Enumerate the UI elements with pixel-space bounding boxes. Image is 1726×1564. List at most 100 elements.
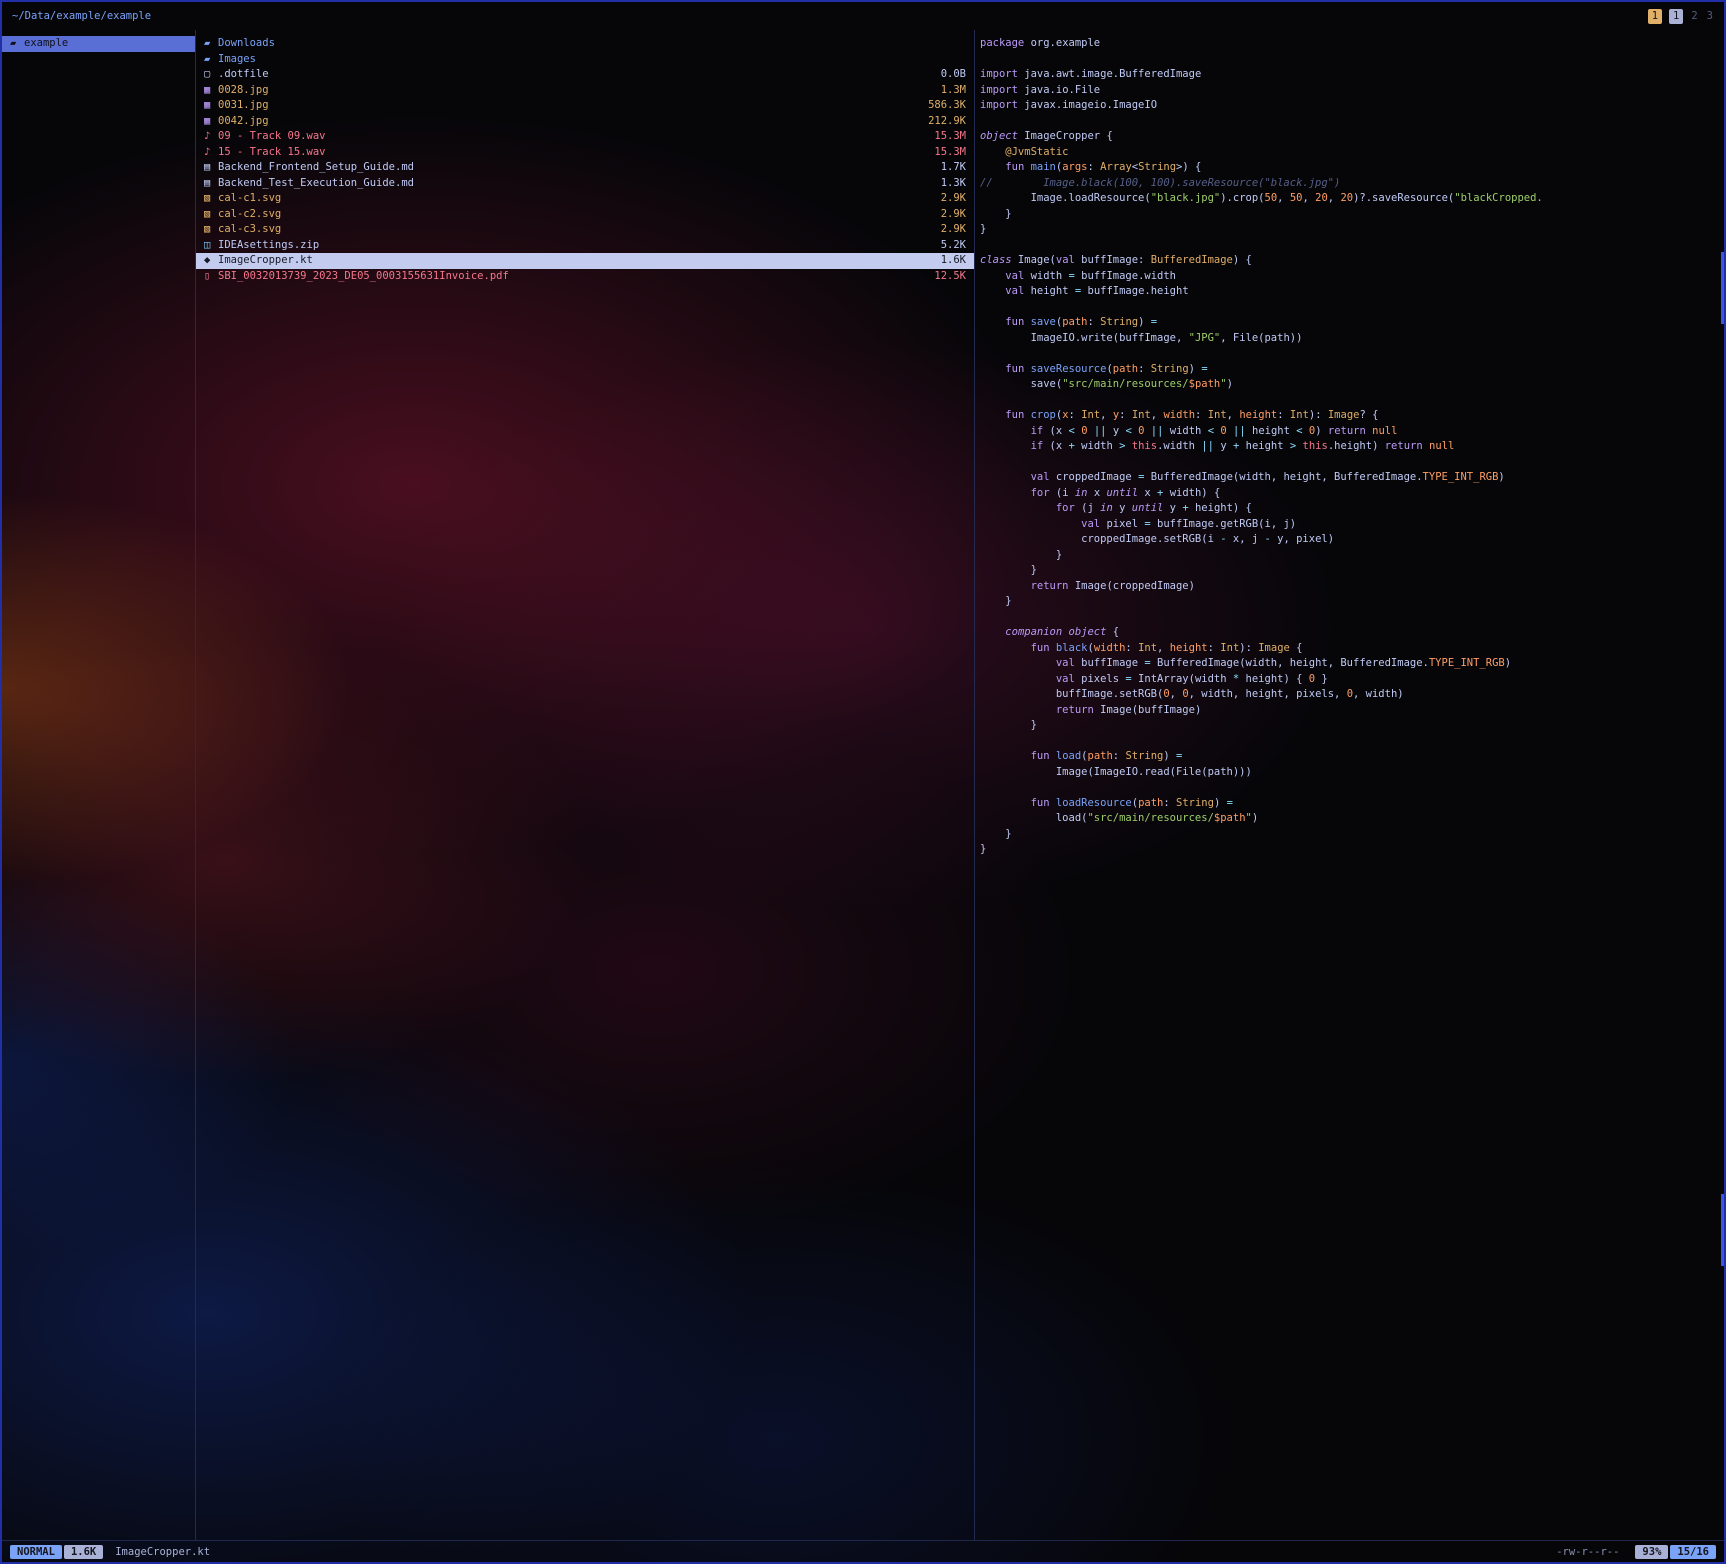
breadcrumb-path: ~/Data/example/example: [12, 3, 151, 29]
code-line: [980, 300, 1724, 316]
tab-indicator[interactable]: 1: [1648, 9, 1662, 24]
file-size: 1.7K: [933, 160, 966, 176]
file-size: 15.3M: [926, 145, 966, 161]
file-name: IDEAsettings.zip: [218, 238, 319, 254]
tab-indicator[interactable]: 3: [1706, 9, 1714, 24]
file-name: 15 - Track 15.wav: [218, 145, 325, 161]
terminal-window: ~/Data/example/example 1123 ▰example ▰Do…: [0, 0, 1726, 1564]
code-line: [980, 393, 1724, 409]
code-line: }: [980, 718, 1724, 734]
code-line: val pixel = buffImage.getRGB(i, j): [980, 517, 1724, 533]
file-size: 2.9K: [933, 222, 966, 238]
doc-icon: ▤: [204, 176, 218, 192]
code-line: companion object {: [980, 625, 1724, 641]
file-size: [958, 52, 966, 68]
file-name: Backend_Test_Execution_Guide.md: [218, 176, 414, 192]
tab-indicator[interactable]: 1: [1669, 9, 1683, 24]
code-line: fun crop(x: Int, y: Int, width: Int, hei…: [980, 408, 1724, 424]
code-line: import java.awt.image.BufferedImage: [980, 67, 1724, 83]
image-icon: ▦: [204, 98, 218, 114]
code-line: [980, 114, 1724, 130]
file-name: 0042.jpg: [218, 114, 269, 130]
file-size: 15.3M: [926, 129, 966, 145]
tab-bar: 1123: [1648, 9, 1714, 24]
code-line: [980, 455, 1724, 471]
folder-icon: ▰: [10, 36, 24, 52]
file-size: 586.3K: [920, 98, 966, 114]
code-line: object ImageCropper {: [980, 129, 1724, 145]
code-line: import javax.imageio.ImageIO: [980, 98, 1724, 114]
code-line: buffImage.setRGB(0, 0, width, height, pi…: [980, 687, 1724, 703]
parent-dir-item[interactable]: ▰example: [2, 36, 195, 52]
code-line: val croppedImage = BufferedImage(width, …: [980, 470, 1724, 486]
code-line: // Image.black(100, 100).saveResource("b…: [980, 176, 1724, 192]
code-line: [980, 780, 1724, 796]
file-row[interactable]: ▢.dotfile 0.0B: [196, 67, 974, 83]
code-line: @JvmStatic: [980, 145, 1724, 161]
file-list-panel: ▰Downloads▰Images▢.dotfile 0.0B▦0028.jpg1…: [195, 30, 975, 1540]
folder-icon: ▰: [204, 52, 218, 68]
file-row[interactable]: ◫IDEAsettings.zip5.2K: [196, 238, 974, 254]
file-row[interactable]: ▦0031.jpg586.3K: [196, 98, 974, 114]
code-line: ImageIO.write(buffImage, "JPG", File(pat…: [980, 331, 1724, 347]
pdf-icon: ▯: [204, 269, 218, 285]
code-line: fun black(width: Int, height: Int): Imag…: [980, 641, 1724, 657]
code-line: }: [980, 548, 1724, 564]
code-line: fun saveResource(path: String) =: [980, 362, 1724, 378]
audio-icon: ♪: [204, 145, 218, 161]
file-icon: ▢: [204, 67, 218, 83]
file-row[interactable]: ▦0042.jpg212.9K: [196, 114, 974, 130]
code-line: package org.example: [980, 36, 1724, 52]
code-line: load("src/main/resources/$path"): [980, 811, 1724, 827]
file-name: .dotfile: [218, 67, 269, 83]
code-line: if (x < 0 || y < 0 || width < 0 || heigh…: [980, 424, 1724, 440]
kotlin-icon: ◆: [204, 253, 218, 269]
file-size: 5.2K: [933, 238, 966, 254]
file-preview-panel: package org.example import java.awt.imag…: [975, 30, 1724, 1540]
file-name: Downloads: [218, 36, 275, 52]
file-name: ImageCropper.kt: [218, 253, 313, 269]
file-row[interactable]: ▤Backend_Frontend_Setup_Guide.md1.7K: [196, 160, 974, 176]
code-line: fun main(args: Array<String>) {: [980, 160, 1724, 176]
code-line: return Image(croppedImage): [980, 579, 1724, 595]
code-line: [980, 52, 1724, 68]
parent-directory-panel: ▰example: [2, 30, 195, 1540]
code-line: }: [980, 207, 1724, 223]
file-row[interactable]: ▰Downloads: [196, 36, 974, 52]
folder-icon: ▰: [204, 36, 218, 52]
file-row[interactable]: ▧cal-c2.svg2.9K: [196, 207, 974, 223]
file-size: 1.3K: [933, 176, 966, 192]
code-line: [980, 734, 1724, 750]
code-line: croppedImage.setRGB(i - x, j - y, pixel): [980, 532, 1724, 548]
scroll-percent-badge: 93%: [1635, 1545, 1668, 1559]
scrollbar-thumb[interactable]: [1721, 1194, 1724, 1266]
file-row[interactable]: ♪15 - Track 15.wav 15.3M: [196, 145, 974, 161]
code-line: fun loadResource(path: String) =: [980, 796, 1724, 812]
file-name: cal-c1.svg: [218, 191, 281, 207]
file-row[interactable]: ▯SBI_0032013739_2023_DE05_0003155631Invo…: [196, 269, 974, 285]
code-line: return Image(buffImage): [980, 703, 1724, 719]
file-size: 0.0B: [933, 67, 966, 83]
code-line: if (x + width > this.width || y + height…: [980, 439, 1724, 455]
file-row[interactable]: ♪09 - Track 09.wav15.3M: [196, 129, 974, 145]
file-row[interactable]: ▦0028.jpg1.3M: [196, 83, 974, 99]
file-name: cal-c2.svg: [218, 207, 281, 223]
status-bar-right: -rw-r--r-- 93% 15/16: [1556, 1545, 1716, 1559]
scrollbar-thumb[interactable]: [1721, 252, 1724, 324]
file-row[interactable]: ▤Backend_Test_Execution_Guide.md 1.3K: [196, 176, 974, 192]
code-line: val width = buffImage.width: [980, 269, 1724, 285]
tab-indicator[interactable]: 2: [1690, 9, 1698, 24]
code-line: class Image(val buffImage: BufferedImage…: [980, 253, 1724, 269]
file-row[interactable]: ▰Images: [196, 52, 974, 68]
status-bar-left: NORMAL 1.6K ImageCropper.kt: [10, 1545, 210, 1559]
file-row[interactable]: ▧cal-c1.svg2.9K: [196, 191, 974, 207]
code-line: for (j in y until y + height) {: [980, 501, 1724, 517]
file-row[interactable]: ▧cal-c3.svg2.9K: [196, 222, 974, 238]
file-row[interactable]: ◆ImageCropper.kt 1.6K: [196, 253, 974, 269]
file-size: 1.3M: [933, 83, 966, 99]
file-size-badge: 1.6K: [64, 1545, 103, 1559]
file-name: 09 - Track 09.wav: [218, 129, 325, 145]
mode-badge: NORMAL: [10, 1545, 62, 1559]
statusbar-filename: ImageCropper.kt: [115, 1546, 210, 1558]
file-size: 1.6K: [933, 253, 966, 269]
